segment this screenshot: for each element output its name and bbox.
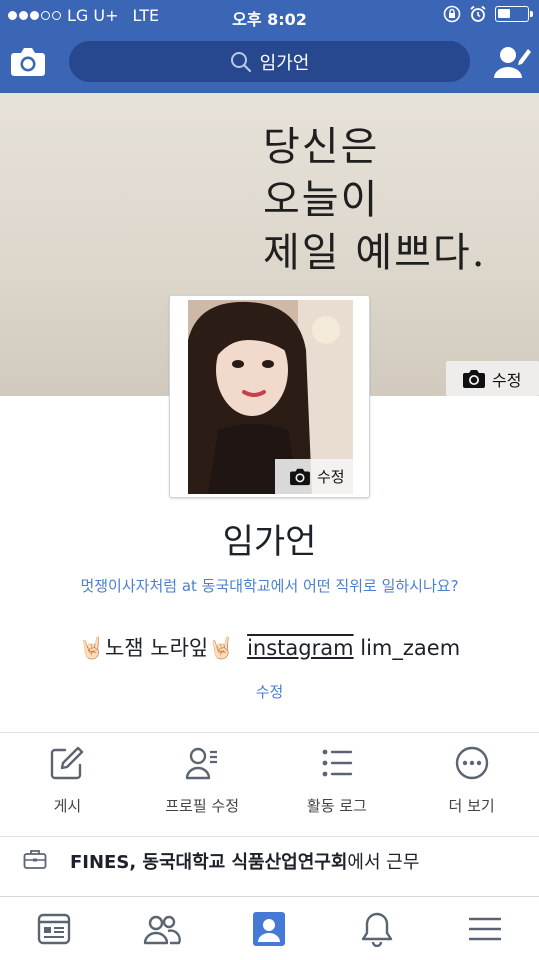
action-activity-log[interactable]: 활동 로그 xyxy=(270,745,405,825)
briefcase-icon xyxy=(23,850,47,869)
action-more-label: 더 보기 xyxy=(448,797,495,815)
search-text: 임가언 xyxy=(259,52,310,74)
bio-text: 노잼 노라잎 xyxy=(104,636,209,660)
work-suffix: 에서 근무 xyxy=(347,852,420,873)
profile-photo-edit-button[interactable]: 수정 xyxy=(275,459,353,494)
work-text: FINES, 동국대학교 식품산업연구회에서 근무 xyxy=(70,848,419,874)
action-more[interactable]: 더 보기 xyxy=(404,745,539,825)
bio-edit-link[interactable]: 수정 xyxy=(0,681,539,702)
battery-icon xyxy=(495,6,533,22)
cover-edit-button[interactable]: 수정 xyxy=(446,361,539,396)
more-dots-icon xyxy=(455,746,488,780)
rock-hand-emoji: 🤘🏻 xyxy=(78,636,105,660)
camera-icon[interactable] xyxy=(10,44,46,78)
divider xyxy=(0,732,539,733)
action-activity-log-label: 활동 로그 xyxy=(306,797,367,815)
camera-icon xyxy=(463,370,485,388)
edit-profile-person-icon[interactable] xyxy=(492,44,532,80)
work-info-row[interactable]: FINES, 동국대학교 식품산업연구회에서 근무 xyxy=(0,837,539,881)
tab-menu[interactable] xyxy=(431,897,539,960)
profile-actions: 게시 프로필 수정 활동 로그 더 보기 xyxy=(0,745,539,825)
alarm-icon xyxy=(470,5,486,22)
news-feed-icon xyxy=(37,913,71,944)
profile-photo-edit-label: 수정 xyxy=(317,468,345,486)
profile-name: 임가언 xyxy=(222,522,317,562)
action-edit-profile[interactable]: 프로필 수정 xyxy=(135,745,270,825)
profile-bio: 🤘🏻노잼 노라잎🤘🏻 instagram lim_zaem xyxy=(0,632,539,662)
friends-icon xyxy=(143,915,181,944)
profile-edit-icon xyxy=(185,747,218,780)
action-post[interactable]: 게시 xyxy=(0,745,135,825)
action-edit-profile-label: 프로필 수정 xyxy=(165,797,240,815)
camera-icon xyxy=(290,468,310,486)
tab-notifications[interactable] xyxy=(323,897,431,960)
tab-profile[interactable] xyxy=(216,897,324,960)
menu-icon xyxy=(469,917,502,940)
search-bar[interactable]: 임가언 xyxy=(69,41,470,82)
pencil-square-icon xyxy=(51,746,84,780)
profile-icon xyxy=(253,911,286,946)
status-bar: LG U+ LTE 오후 8:02 xyxy=(0,0,539,32)
cover-edit-label: 수정 xyxy=(492,370,522,390)
work-company: FINES, 동국대학교 식품산업연구회 xyxy=(70,852,348,873)
tab-news-feed[interactable] xyxy=(0,897,108,960)
status-right xyxy=(443,5,533,23)
instagram-label: instagram xyxy=(247,636,354,660)
search-icon xyxy=(230,51,251,72)
profile-picture[interactable]: 수정 xyxy=(169,295,370,498)
tab-friends[interactable] xyxy=(108,897,216,960)
cover-photo-text: 당신은 오늘이 제일 예쁘다. xyxy=(263,124,487,276)
profile-page: LG U+ LTE 오후 8:02 임가언 당신은 오늘이 제일 예쁘다. 수정… xyxy=(0,0,539,960)
app-header: LG U+ LTE 오후 8:02 임가언 xyxy=(0,0,539,93)
action-post-label: 게시 xyxy=(53,797,82,815)
bottom-tab-bar xyxy=(0,896,539,960)
instagram-handle: lim_zaem xyxy=(360,636,461,660)
list-icon xyxy=(322,749,353,777)
orientation-lock-icon xyxy=(443,5,461,23)
rock-hand-emoji: 🤘🏻 xyxy=(208,636,235,660)
job-prompt-link[interactable]: 멋쟁이사자처럼 at 동국대학교에서 어떤 직위로 일하시나요? xyxy=(0,575,539,596)
notifications-bell-icon xyxy=(362,912,393,947)
